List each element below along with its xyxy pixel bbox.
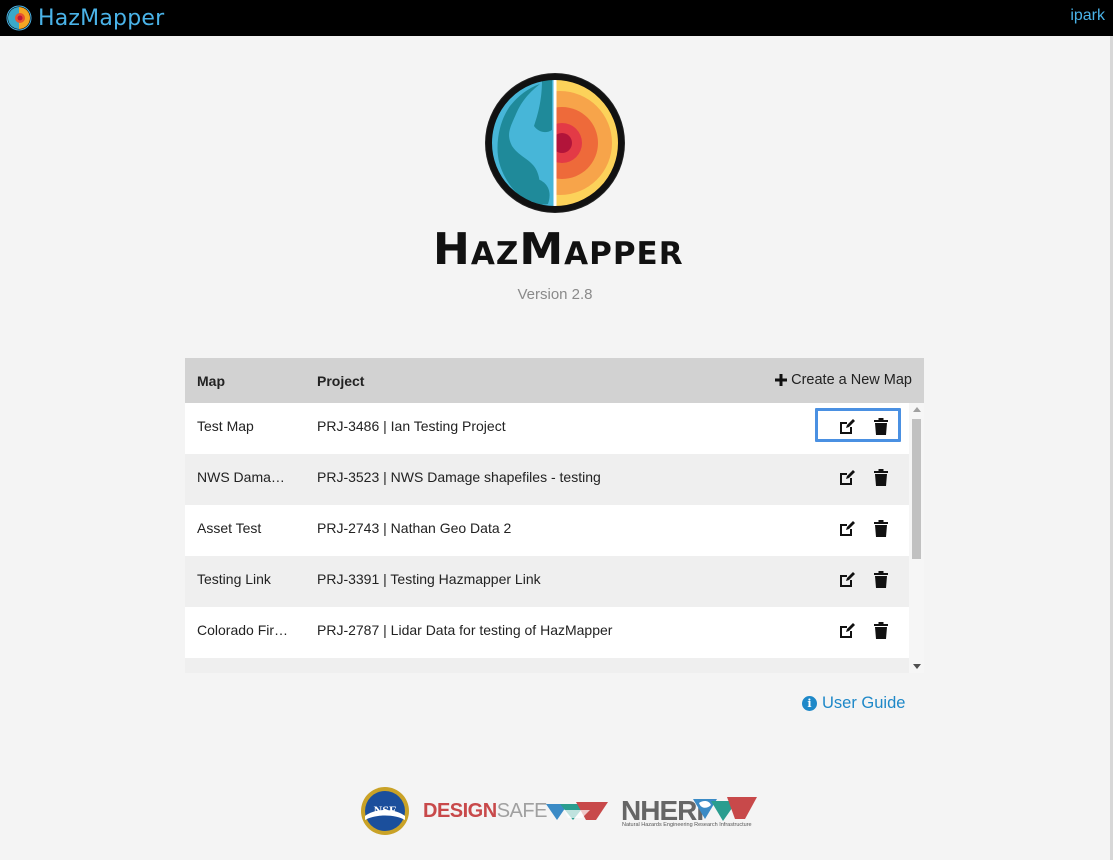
map-name[interactable]: NWS Damage shapefiles <box>197 469 292 485</box>
map-name[interactable]: Testing Link <box>197 571 292 587</box>
scroll-down-arrow-icon[interactable] <box>913 664 921 669</box>
designsafe-mark-icon <box>546 802 608 820</box>
map-name[interactable]: Asset Test <box>197 520 292 536</box>
brand-name[interactable]: HazMapper <box>38 6 164 31</box>
scrollbar-thumb[interactable] <box>912 419 921 559</box>
svg-text:NSF: NSF <box>374 803 397 817</box>
project-name: PRJ-3391 | Testing Hazmapper Link <box>317 571 541 587</box>
project-name: PRJ-2743 | Nathan Geo Data 2 <box>317 520 512 536</box>
table-row[interactable]: NWS Damage shapefiles PRJ-3523 | NWS Dam… <box>185 454 909 505</box>
table-row[interactable]: Testing Link PRJ-3391 | Testing Hazmappe… <box>185 556 909 607</box>
table-header: Map Project Create a New Map <box>185 358 924 403</box>
project-name: PRJ-3523 | NWS Damage shapefiles - testi… <box>317 469 601 485</box>
trash-icon[interactable] <box>874 622 888 639</box>
trash-icon[interactable] <box>874 418 888 435</box>
map-name[interactable]: Test Map <box>197 418 292 434</box>
edit-icon[interactable] <box>838 469 856 487</box>
hazmapper-logo-icon[interactable] <box>6 5 32 31</box>
user-guide-label: User Guide <box>822 694 906 712</box>
table-scrollbar[interactable] <box>909 403 924 673</box>
user-menu[interactable]: ipark <box>1070 7 1105 25</box>
table-row[interactable] <box>185 658 909 673</box>
nheri-mark-icon <box>693 797 757 821</box>
plus-icon <box>775 374 788 386</box>
top-navbar: HazMapper ipark <box>0 0 1113 36</box>
map-name[interactable]: Colorado Fire Lidar <box>197 622 292 638</box>
scroll-up-arrow-icon[interactable] <box>913 407 921 412</box>
table-row[interactable]: Test Map PRJ-3486 | Ian Testing Project <box>185 403 909 454</box>
designsafe-logo: DESIGNSAFE <box>423 800 547 822</box>
create-new-map-label: Create a New Map <box>791 372 912 388</box>
column-header-project: Project <box>317 373 365 389</box>
project-name: PRJ-3486 | Ian Testing Project <box>317 418 506 434</box>
nheri-subtitle: Natural Hazards Engineering Research Inf… <box>622 822 752 828</box>
version-label: Version 2.8 <box>517 286 593 303</box>
edit-icon[interactable] <box>838 622 856 640</box>
create-new-map-button[interactable]: Create a New Map <box>775 372 912 388</box>
trash-icon[interactable] <box>874 520 888 537</box>
edit-icon[interactable] <box>838 418 856 436</box>
table-row[interactable]: Colorado Fire Lidar PRJ-2787 | Lidar Dat… <box>185 607 909 658</box>
column-header-map: Map <box>197 373 225 389</box>
user-guide-link[interactable]: i User Guide <box>802 694 905 713</box>
project-name: PRJ-2787 | Lidar Data for testing of Haz… <box>317 622 613 638</box>
table-row[interactable]: Asset Test PRJ-2743 | Nathan Geo Data 2 <box>185 505 909 556</box>
maps-table: Map Project Create a New Map Test Map PR… <box>185 358 924 673</box>
hazmapper-hero-logo-icon <box>485 73 625 213</box>
table-body: Test Map PRJ-3486 | Ian Testing Project … <box>185 403 909 673</box>
edit-icon[interactable] <box>838 571 856 589</box>
info-icon: i <box>802 696 817 711</box>
focus-ring <box>815 408 901 442</box>
hazmapper-wordmark: HAZMAPPER <box>433 224 684 275</box>
nsf-logo-icon: NSF <box>361 787 409 835</box>
trash-icon[interactable] <box>874 469 888 486</box>
trash-icon[interactable] <box>874 571 888 588</box>
edit-icon[interactable] <box>838 520 856 538</box>
